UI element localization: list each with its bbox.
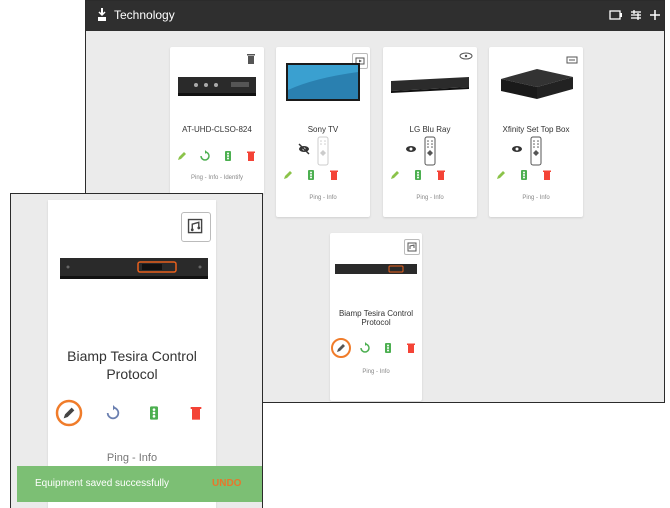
delete-icon[interactable] xyxy=(541,169,553,181)
device-image-audio-processor xyxy=(335,264,417,274)
device-links[interactable]: Ping - Info xyxy=(330,369,422,375)
equipment-card-sony-tv[interactable]: Sony TV Ping - Info xyxy=(276,47,370,217)
eye-icon[interactable] xyxy=(511,143,523,155)
edit-icon[interactable] xyxy=(282,169,294,181)
equipment-name: AT-UHD-CLSO-824 xyxy=(182,125,252,134)
toast-message: Equipment saved successfully xyxy=(35,478,169,489)
equipment-name: Biamp Tesira Control Protocol xyxy=(338,309,414,327)
audio-processor-icon[interactable] xyxy=(181,212,211,242)
disc-player-icon[interactable] xyxy=(459,49,473,63)
device-links[interactable]: Ping - Info xyxy=(489,195,583,201)
device-image-switcher xyxy=(178,77,256,96)
edit-icon[interactable] xyxy=(495,169,507,181)
remote-control-icon[interactable] xyxy=(317,136,329,166)
traffic-light-icon[interactable] xyxy=(305,169,317,181)
equipment-name: LG Blu Ray xyxy=(409,125,451,134)
trash-icon[interactable] xyxy=(244,52,258,66)
delete-icon[interactable] xyxy=(405,342,417,354)
equipment-card-lg-blu-ray[interactable]: LG Blu Ray Ping - Info xyxy=(383,47,477,217)
refresh-icon[interactable] xyxy=(199,150,211,162)
device-image-set-top-box xyxy=(501,69,573,99)
undo-button[interactable]: UNDO xyxy=(212,478,241,489)
delete-icon[interactable] xyxy=(245,150,257,162)
device-image-audio-processor xyxy=(60,258,208,279)
traffic-light-icon[interactable] xyxy=(518,169,530,181)
equipment-name: Sony TV xyxy=(307,125,339,134)
remote-control-icon[interactable] xyxy=(424,136,436,166)
equipment-card-biamp-zoomed[interactable]: Biamp Tesira Control Protocol Ping - Inf… xyxy=(48,200,216,508)
delete-icon[interactable] xyxy=(328,169,340,181)
edit-icon[interactable] xyxy=(389,169,401,181)
filter-icon[interactable] xyxy=(629,8,643,22)
traffic-light-icon[interactable] xyxy=(382,342,394,354)
refresh-icon[interactable] xyxy=(105,405,121,421)
equipment-card-xfinity[interactable]: Xfinity Set Top Box Ping - Info xyxy=(489,47,583,217)
equipment-card-biamp[interactable]: Biamp Tesira Control Protocol Ping - Inf… xyxy=(330,233,422,401)
device-links[interactable]: Ping - Info xyxy=(48,452,216,464)
traffic-light-icon[interactable] xyxy=(222,150,234,162)
delete-icon[interactable] xyxy=(188,405,204,421)
traffic-light-icon[interactable] xyxy=(146,405,162,421)
edit-icon[interactable] xyxy=(61,405,77,421)
device-links[interactable]: Ping - Info xyxy=(276,195,370,201)
refresh-icon[interactable] xyxy=(359,342,371,354)
zoomed-detail-panel: Biamp Tesira Control Protocol Ping - Inf… xyxy=(10,193,263,508)
camera-icon[interactable] xyxy=(609,8,623,22)
toast-notification: Equipment saved successfully UNDO xyxy=(17,466,262,502)
equipment-card-at-uhd[interactable]: AT-UHD-CLSO-824 Ping - Info - Identify xyxy=(170,47,264,194)
eye-off-icon[interactable] xyxy=(298,143,310,155)
top-bar: Technology xyxy=(86,1,664,31)
remote-control-icon[interactable] xyxy=(530,136,542,166)
delete-icon[interactable] xyxy=(435,169,447,181)
eye-icon[interactable] xyxy=(405,143,417,155)
device-links[interactable]: Ping - Info xyxy=(383,195,477,201)
device-image-tv xyxy=(286,63,360,101)
device-image-blu-ray xyxy=(391,77,469,93)
audio-processor-icon[interactable] xyxy=(404,239,420,255)
page-title: Technology xyxy=(114,8,175,22)
device-links[interactable]: Ping - Info - Identify xyxy=(170,175,264,181)
edit-icon[interactable] xyxy=(176,150,188,162)
equipment-name: Xfinity Set Top Box xyxy=(502,125,570,134)
technology-icon xyxy=(98,8,106,21)
add-icon[interactable] xyxy=(648,8,662,22)
traffic-light-icon[interactable] xyxy=(412,169,424,181)
edit-icon[interactable] xyxy=(335,342,347,354)
equipment-name: Biamp Tesira Control Protocol xyxy=(67,348,197,382)
